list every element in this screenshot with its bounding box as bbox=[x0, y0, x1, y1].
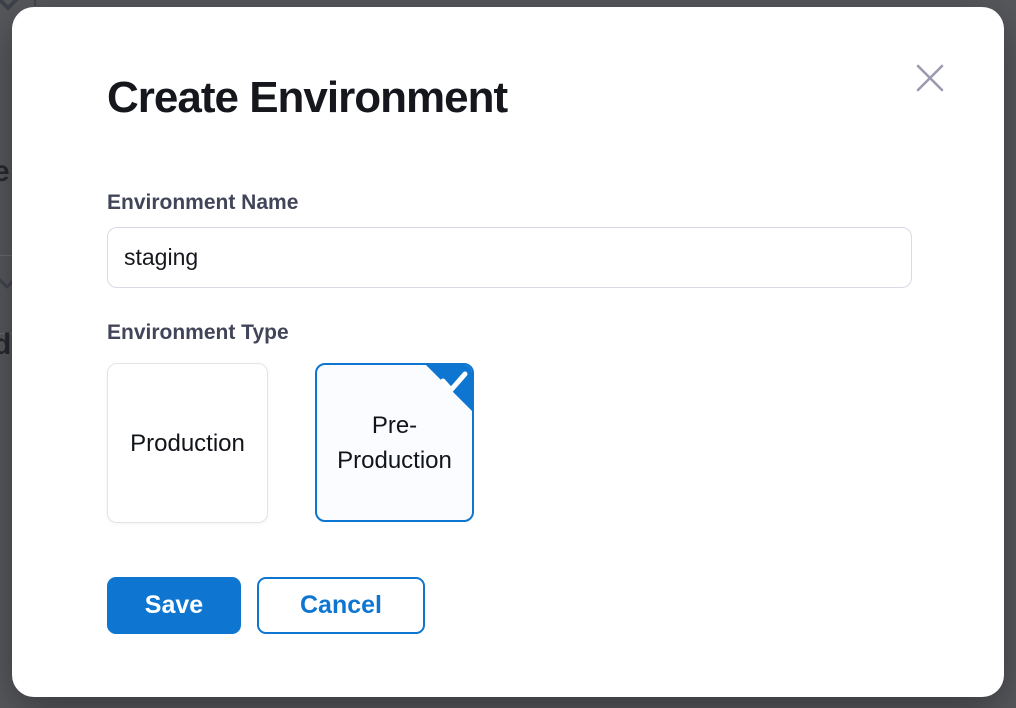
save-button[interactable]: Save bbox=[107, 577, 241, 634]
environment-name-input[interactable] bbox=[107, 227, 912, 288]
dialog-title: Create Environment bbox=[107, 70, 507, 126]
dialog-actions: Save Cancel bbox=[107, 577, 425, 634]
option-label: Pre-Production bbox=[327, 408, 462, 478]
backdrop-divider bbox=[34, 0, 36, 6]
option-card-pre-production[interactable]: Pre-Production bbox=[315, 363, 474, 522]
environment-name-label: Environment Name bbox=[107, 191, 298, 215]
close-button[interactable] bbox=[911, 59, 949, 97]
close-icon bbox=[915, 63, 945, 93]
option-label: Production bbox=[130, 426, 245, 461]
environment-type-label: Environment Type bbox=[107, 321, 289, 345]
backdrop-text-fragment: d bbox=[0, 328, 11, 362]
option-card-production[interactable]: Production bbox=[107, 363, 268, 523]
backdrop-text-fragment: e bbox=[0, 155, 10, 189]
environment-type-options: Production Pre-Production bbox=[107, 363, 474, 523]
create-environment-dialog: Create Environment Environment Name Envi… bbox=[12, 7, 1004, 697]
cancel-button[interactable]: Cancel bbox=[257, 577, 425, 634]
